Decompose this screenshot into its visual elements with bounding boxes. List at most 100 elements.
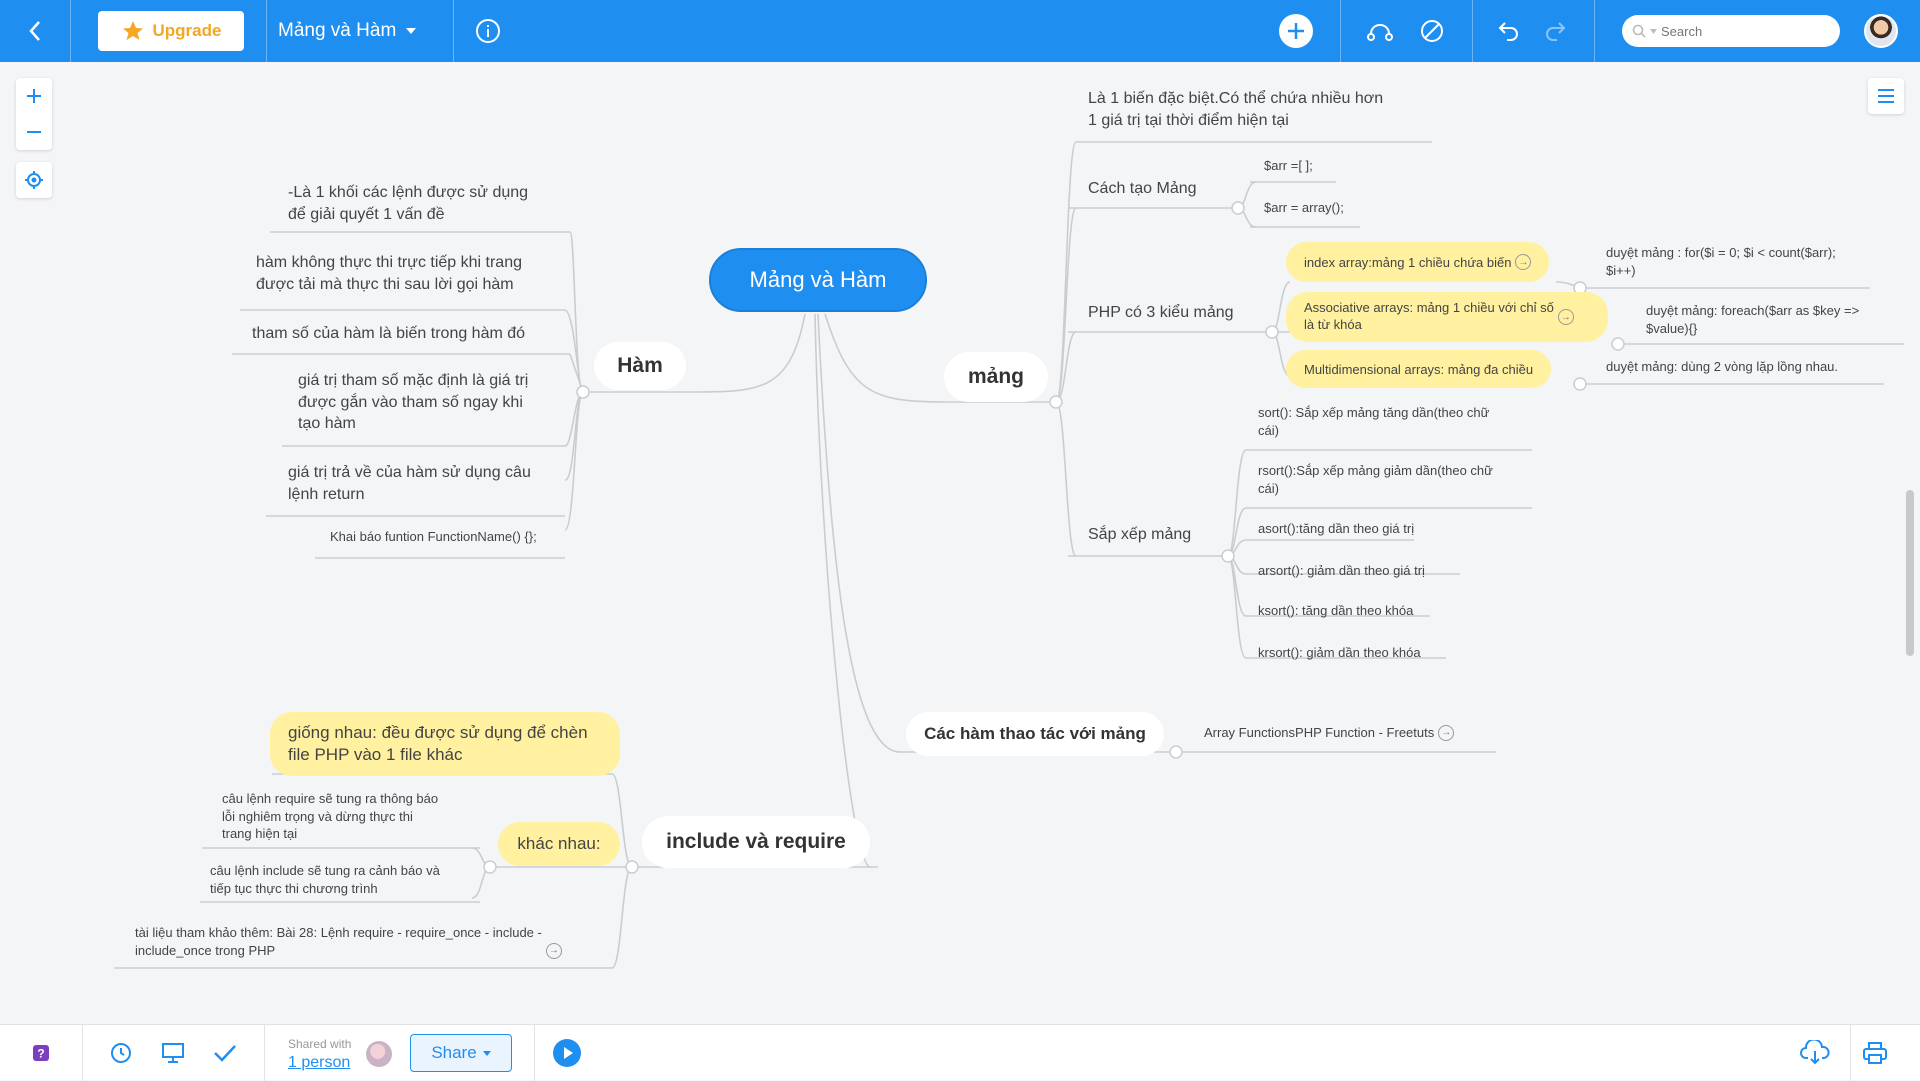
freetuts-link-node[interactable]: Array FunctionsPHP Function - Freetuts →: [1204, 724, 1504, 742]
share-button[interactable]: Share: [410, 1034, 512, 1072]
ham-item[interactable]: -Là 1 khối các lệnh được sử dụng để giải…: [288, 182, 578, 225]
caret-down-icon: [482, 1050, 491, 1056]
multidimensional-array-node[interactable]: Multidimensional arrays: mảng đa chiều: [1286, 350, 1552, 388]
star-icon: [122, 21, 143, 40]
play-icon: [553, 1039, 581, 1067]
redo-icon: [1546, 22, 1566, 41]
sap-xep-item[interactable]: arsort(): giảm dần theo giá trị: [1258, 562, 1458, 580]
cach-tao-item[interactable]: $arr =[ ];: [1264, 157, 1344, 175]
center-view-button[interactable]: [16, 162, 52, 198]
cloud-download-icon: [1800, 1040, 1830, 1065]
link-arrow-icon[interactable]: →: [1438, 724, 1455, 741]
zoom-out-button[interactable]: [16, 114, 52, 150]
add-node-button[interactable]: [1276, 0, 1316, 62]
link-arrow-icon[interactable]: →: [1515, 254, 1532, 270]
freetuts-link-label: Array FunctionsPHP Function - Freetuts: [1204, 725, 1435, 740]
tai-lieu-node[interactable]: tài liệu tham khảo thêm: Bài 28: Lệnh re…: [135, 924, 615, 960]
redo-button[interactable]: [1538, 0, 1574, 62]
sap-xep-node[interactable]: Sắp xếp mảng: [1088, 524, 1228, 546]
menu-icon: [1878, 89, 1894, 103]
chevron-left-icon: [29, 21, 40, 41]
upgrade-button[interactable]: Upgrade: [98, 11, 244, 51]
shared-with-label: Shared with: [288, 1037, 352, 1051]
share-label: Share: [431, 1043, 477, 1062]
search-box[interactable]: [1622, 15, 1840, 47]
vertical-scrollbar[interactable]: [1906, 490, 1914, 656]
giong-nhau-node[interactable]: giống nhau: đều được sử dụng để chèn fil…: [270, 712, 620, 776]
ham-item[interactable]: giá trị tham số mặc định là giá trị được…: [298, 370, 568, 435]
sap-xep-item[interactable]: rsort():Sắp xếp mảng giảm dần(theo chữ c…: [1258, 462, 1548, 497]
play-presentation-button[interactable]: [550, 1025, 584, 1081]
duyet-mang-note[interactable]: duyệt mảng: dùng 2 vòng lặp lồng nhau.: [1606, 358, 1896, 376]
link-arrow-icon[interactable]: →: [545, 943, 562, 960]
crosshair-icon: [25, 171, 43, 189]
outline-menu-button[interactable]: [1868, 78, 1904, 114]
undo-icon: [1498, 22, 1518, 41]
cach-tao-mang-node[interactable]: Cách tạo Mảng: [1088, 178, 1238, 200]
sap-xep-item[interactable]: ksort(): tăng dần theo khóa: [1258, 602, 1458, 620]
bottom-toolbar: ? Shared with 1 person Share: [0, 1024, 1920, 1081]
disable-button[interactable]: [1414, 0, 1450, 62]
duyet-mang-note[interactable]: duyệt mảng: foreach($arr as $key => $val…: [1646, 302, 1896, 337]
mang-node[interactable]: mảng: [944, 352, 1048, 402]
include-require-node[interactable]: include và require: [642, 816, 870, 868]
kieu-mang-node[interactable]: PHP có 3 kiểu mảng: [1088, 302, 1268, 324]
ham-item[interactable]: hàm không thực thi trực tiếp khi trang đ…: [256, 252, 566, 295]
ham-thao-tac-node[interactable]: Các hàm thao tác với mảng: [906, 712, 1164, 756]
undo-button[interactable]: [1490, 0, 1526, 62]
shared-with-count-link[interactable]: 1 person: [288, 1054, 350, 1071]
root-node[interactable]: Mảng và Hàm: [709, 248, 927, 312]
presentation-button[interactable]: [158, 1025, 188, 1081]
download-button[interactable]: [1798, 1025, 1832, 1081]
ham-item[interactable]: giá trị trả về của hàm sử dụng câu lệnh …: [288, 462, 568, 505]
sap-xep-item[interactable]: asort():tăng dần theo giá trị: [1258, 520, 1458, 538]
caret-down-icon: [1650, 28, 1657, 34]
khac-nhau-item[interactable]: câu lệnh require sẽ tung ra thông báo lỗ…: [222, 790, 482, 843]
document-title: Mảng và Hàm: [278, 20, 397, 41]
index-array-node[interactable]: index array:mảng 1 chiều chứa biến →: [1286, 242, 1550, 282]
zoom-controls: [16, 78, 52, 150]
tai-lieu-label: tài liệu tham khảo thêm: Bài 28: Lệnh re…: [135, 925, 542, 958]
back-button[interactable]: [0, 0, 70, 62]
ham-node[interactable]: Hàm: [594, 342, 686, 390]
ban-icon: [1421, 20, 1443, 42]
search-input[interactable]: [1661, 23, 1821, 39]
collaborator-avatar[interactable]: [366, 1041, 392, 1067]
relationship-icon: [1367, 24, 1393, 41]
mindmap-canvas[interactable]: Mảng và Hàm Hàm -Là 1 khối các lệnh được…: [0, 62, 1920, 1024]
monitor-icon: [162, 1043, 184, 1063]
khac-nhau-node[interactable]: khác nhau:: [498, 822, 620, 866]
info-button[interactable]: [472, 0, 504, 62]
user-avatar[interactable]: [1864, 14, 1898, 48]
print-button[interactable]: [1858, 1025, 1892, 1081]
link-arrow-icon[interactable]: →: [1557, 309, 1574, 325]
history-icon: [111, 1043, 131, 1063]
sap-xep-item[interactable]: krsort(): giảm dần theo khóa: [1258, 644, 1458, 662]
tasks-button[interactable]: [210, 1025, 240, 1081]
plus-icon: [1279, 14, 1313, 48]
upgrade-label: Upgrade: [152, 21, 222, 40]
sap-xep-item[interactable]: sort(): Sắp xếp mảng tăng dần(theo chữ c…: [1258, 404, 1548, 439]
info-icon: [476, 19, 500, 43]
minus-icon: [27, 131, 41, 133]
ham-item[interactable]: Khai báo funtion FunctionName() {};: [330, 528, 570, 546]
associative-array-node[interactable]: Associative arrays: mảng 1 chiều với chỉ…: [1286, 292, 1608, 342]
help-button[interactable]: ?: [26, 1025, 56, 1081]
mang-definition[interactable]: Là 1 biến đặc biệt.Có thể chứa nhiều hơn…: [1088, 88, 1438, 131]
history-button[interactable]: [106, 1025, 136, 1081]
search-icon: [1632, 24, 1646, 38]
checkmark-icon: [214, 1045, 236, 1062]
plus-icon: [27, 89, 41, 103]
ham-item[interactable]: tham số của hàm là biến trong hàm đó: [252, 323, 572, 345]
index-array-label: index array:mảng 1 chiều chứa biến: [1304, 254, 1512, 270]
shared-with-info: Shared with 1 person: [288, 1037, 351, 1073]
svg-text:?: ?: [37, 1047, 44, 1061]
cach-tao-item[interactable]: $arr = array();: [1264, 199, 1374, 217]
caret-down-icon: [406, 28, 417, 34]
zoom-in-button[interactable]: [16, 78, 52, 114]
printer-icon: [1863, 1042, 1887, 1064]
khac-nhau-item[interactable]: câu lệnh include sẽ tung ra cảnh báo và …: [210, 862, 490, 897]
duyet-mang-note[interactable]: duyệt mảng : for($i = 0; $i < count($arr…: [1606, 244, 1876, 279]
relationship-button[interactable]: [1362, 0, 1398, 62]
document-title-dropdown[interactable]: Mảng và Hàm: [278, 0, 417, 62]
